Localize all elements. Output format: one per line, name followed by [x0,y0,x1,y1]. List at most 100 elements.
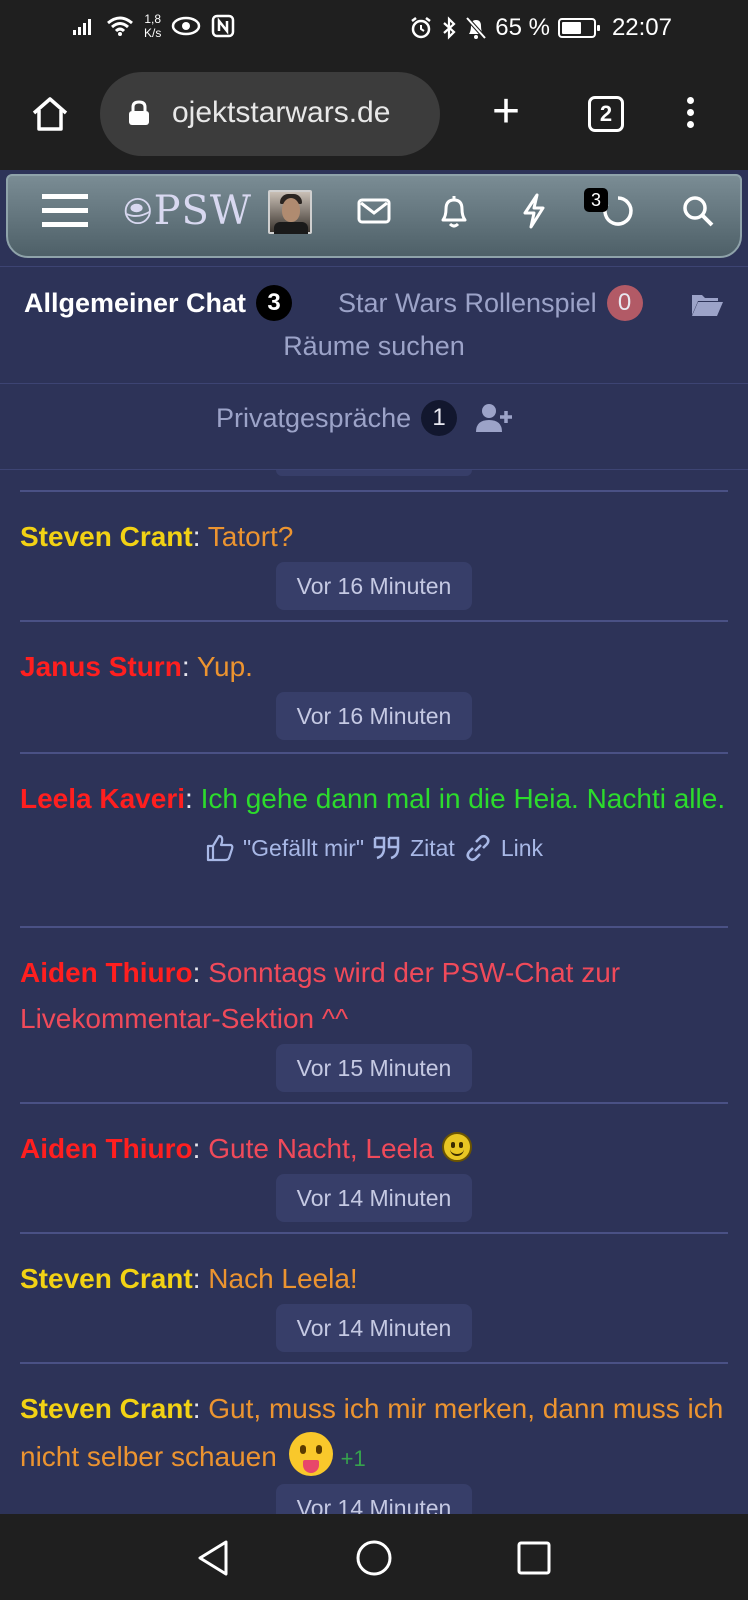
add-user-icon[interactable] [475,403,513,433]
time-pill-partial [276,470,472,476]
back-icon[interactable] [192,1536,236,1580]
thumbs-up-icon[interactable] [205,833,235,863]
message-colon: : [192,1263,209,1294]
bell-icon[interactable] [432,188,476,234]
tongue-out-emoji-icon [288,1432,333,1476]
system-navigation-bar [0,1514,748,1600]
message-timestamp[interactable]: Vor 16 Minuten [276,562,472,610]
message-body: Yup. [196,651,253,682]
reaction-count[interactable]: +1 [341,1446,366,1471]
message-author[interactable]: Steven Crant [20,521,193,552]
logo-text: PSW [153,188,252,234]
signal-icon [73,19,91,35]
activity-badge: 3 [584,188,608,212]
folder-open-icon[interactable] [690,291,724,317]
search-icon[interactable] [676,188,720,234]
hamburger-menu-icon[interactable] [40,188,90,234]
browser-toolbar: ojektstarwars.de + 2 [0,58,748,170]
tab-switcher-button[interactable]: 2 [588,96,624,132]
message-body: Nach Leela! [208,1263,358,1294]
battery-percent: 65 % [495,14,550,41]
home-icon[interactable] [30,94,70,134]
tab-star-wars-rollenspiel[interactable]: Star Wars Rollenspiel 0 [338,285,643,321]
clock: 22:07 [611,14,672,41]
status-left: 1,8 K/s [72,12,235,40]
message-body: Ich gehe dann mal in die Heia. Nachti al… [200,783,726,814]
link-icon[interactable] [463,833,493,863]
smiley-emoji-icon [441,1132,472,1162]
message-text-line: Steven Crant: Nach Leela! [20,1234,728,1302]
message-body: Gute Nacht, Leela [208,1133,434,1164]
message-text-line: Steven Crant: Tatort? [20,492,728,560]
message-author[interactable]: Steven Crant [20,1393,193,1424]
status-bar: 1,8 K/s 65 % 22:07 [0,0,748,58]
tab-label: Allgemeiner Chat [24,287,247,318]
network-speed: 1,8 K/s [144,12,161,40]
message-colon: : [192,957,209,988]
bluetooth-icon [443,16,456,40]
eye-icon [172,16,201,36]
message-author[interactable]: Leela Kaveri [20,783,185,814]
message-author[interactable]: Aiden Thiuro [20,957,193,988]
battery-icon [557,18,600,38]
message-colon: : [185,783,201,814]
wifi-icon [107,16,133,36]
site-logo[interactable]: PSW [122,188,252,234]
message-timestamp[interactable]: Vor 15 Minuten [276,1044,472,1092]
message-text-line: Leela Kaveri: Ich gehe dann mal in die H… [20,754,728,822]
link-action[interactable]: Link [501,835,543,862]
like-action[interactable]: "Gefällt mir" [243,835,364,862]
message-body: Tatort? [207,521,294,552]
message-colon: : [192,521,208,552]
home-circle-icon[interactable] [352,1536,396,1580]
message-text-line: Steven Crant: Gut, muss ich mir merken, … [20,1364,728,1482]
address-bar[interactable]: ojektstarwars.de [100,72,440,156]
private-conversations-bar: Privatgespräche 1 [0,384,748,470]
mute-bell-icon [465,16,487,40]
message-text-line: Aiden Thiuro: Sonntags wird der PSW-Chat… [20,928,728,1042]
new-tab-button[interactable]: + [486,88,526,136]
message-colon: : [192,1133,209,1164]
browser-menu-button[interactable] [680,94,700,134]
quote-action[interactable]: Zitat [410,835,455,862]
chat-message: Steven Crant: Nach Leela! Vor 14 Minuten [20,1232,728,1352]
message-author[interactable]: Janus Sturn [20,651,182,682]
chat-messages: Steven Crant: Tatort? Vor 16 Minuten Jan… [0,470,748,1514]
quote-icon[interactable] [372,833,402,863]
recents-icon[interactable] [512,1536,556,1580]
message-timestamp[interactable]: Vor 14 Minuten [276,1304,472,1352]
message-text-line: Aiden Thiuro: Gute Nacht, Leela [20,1104,728,1172]
room-tabs: Allgemeiner Chat 3 Star Wars Rollenspiel… [0,266,748,384]
private-count-badge: 1 [421,400,458,436]
chat-message: Steven Crant: Gut, muss ich mir merken, … [20,1362,728,1514]
status-right: 65 % 22:07 [409,14,672,42]
message-author[interactable]: Aiden Thiuro [20,1133,193,1164]
message-timestamp[interactable]: Vor 14 Minuten [276,1484,472,1514]
mail-icon[interactable] [352,188,396,234]
chat-message: Aiden Thiuro: Sonntags wird der PSW-Chat… [20,926,728,1092]
logo-emblem-icon [124,197,151,225]
search-rooms-link[interactable]: Räume suchen [0,331,748,362]
tab-label: Star Wars Rollenspiel [338,287,597,318]
tab-allgemeiner-chat[interactable]: Allgemeiner Chat 3 [24,285,293,321]
chat-message: Aiden Thiuro: Gute Nacht, Leela Vor 14 M… [20,1102,728,1222]
chat-message: Leela Kaveri: Ich gehe dann mal in die H… [20,752,728,870]
private-conversations[interactable]: Privatgespräche 1 [216,400,513,436]
unread-count-badge: 0 [606,285,643,321]
url-text[interactable]: ojektstarwars.de [172,96,390,130]
unread-count-badge: 3 [256,285,293,321]
user-avatar[interactable] [268,190,312,234]
message-text-line: Janus Sturn: Yup. [20,622,728,690]
bolt-icon[interactable] [512,188,556,234]
alarm-icon [411,17,431,39]
lock-icon[interactable] [128,100,150,126]
battery-fill [561,22,582,34]
site-header: PSW 3 [0,170,748,266]
message-colon: : [181,651,197,682]
network-speed-unit: K/s [144,26,162,40]
message-actions: "Gefällt mir" Zitat Link [20,822,728,870]
message-timestamp[interactable]: Vor 16 Minuten [276,692,472,740]
message-author[interactable]: Steven Crant [20,1263,193,1294]
message-colon: : [192,1393,209,1424]
message-timestamp[interactable]: Vor 14 Minuten [276,1174,472,1222]
